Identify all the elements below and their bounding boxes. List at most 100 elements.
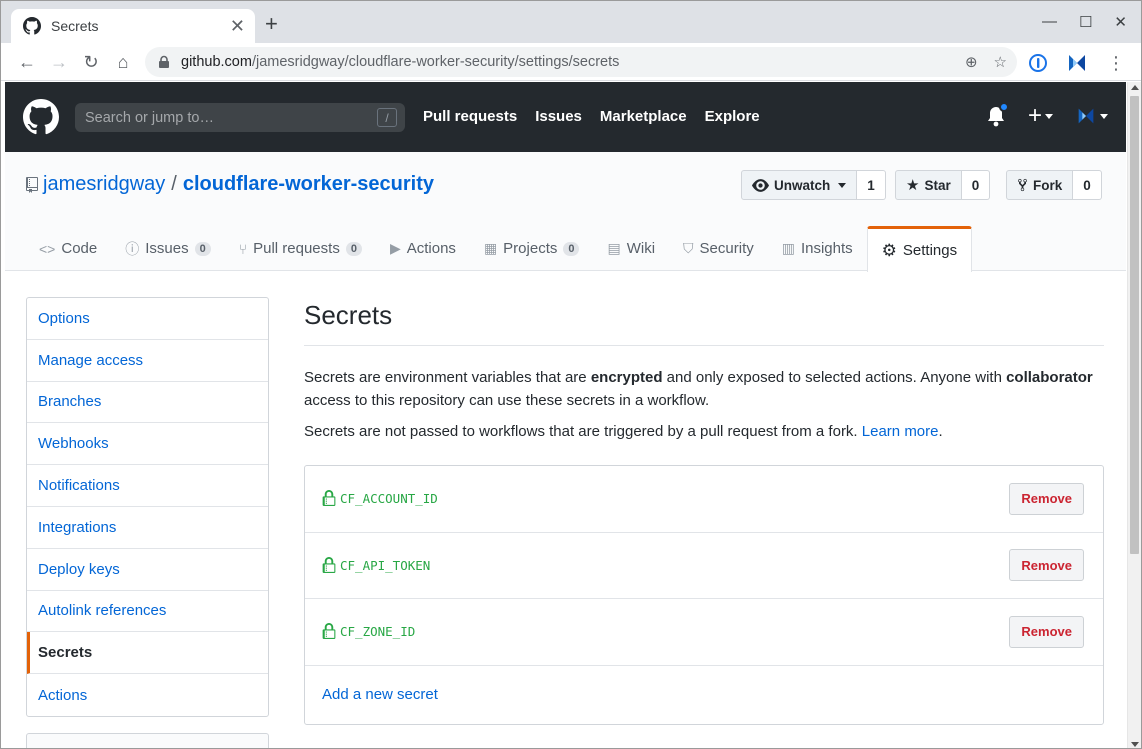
desc-text: access to this repository can use these … <box>304 392 710 409</box>
tab-settings[interactable]: ⚙ Settings <box>866 226 973 272</box>
tab-insights[interactable]: ▥ Insights <box>768 226 867 271</box>
secret-row: CF_API_TOKEN Remove <box>305 533 1103 599</box>
close-window-icon[interactable]: ✕ <box>1114 13 1127 31</box>
remove-secret-button[interactable]: Remove <box>1009 482 1084 515</box>
pull-requests-count-badge: 0 <box>345 241 362 256</box>
tab-issues[interactable]: ⓘ Issues 0 <box>111 226 224 271</box>
tab-pull-requests[interactable]: ⑂ Pull requests 0 <box>225 226 376 271</box>
desc-text: and only exposed to selected actions. An… <box>662 369 1007 386</box>
lock-icon <box>322 556 336 573</box>
secret-name: CF_API_TOKEN <box>322 556 430 574</box>
project-icon: ▦ <box>483 240 498 256</box>
github-main-nav: Pull requests Issues Marketplace Explore <box>423 108 760 125</box>
unwatch-button[interactable]: Unwatch <box>741 170 858 200</box>
settings-sidebar: Options Manage access Branches Webhooks … <box>26 297 269 717</box>
github-page: / Pull requests Issues Marketplace Explo… <box>5 82 1126 748</box>
user-avatar-menu[interactable] <box>1075 105 1108 127</box>
issue-icon: ⓘ <box>125 240 140 257</box>
tab-close-icon[interactable]: ✕ <box>230 17 245 35</box>
add-new-secret-link[interactable]: Add a new secret <box>322 686 438 703</box>
scroll-thumb[interactable] <box>1130 96 1139 554</box>
back-icon[interactable]: ← <box>15 50 39 74</box>
notifications-bell-icon[interactable] <box>986 102 1009 127</box>
gear-icon: ⚙ <box>881 240 897 260</box>
create-new-menu[interactable]: + <box>1028 104 1053 128</box>
forward-icon[interactable]: → <box>47 50 71 74</box>
forks-count[interactable]: 0 <box>1073 170 1102 200</box>
secret-name: CF_ZONE_ID <box>322 623 415 640</box>
github-favicon-icon <box>23 17 41 35</box>
learn-more-link[interactable]: Learn more <box>862 423 939 440</box>
browser-tab[interactable]: Secrets ✕ <box>11 9 255 43</box>
sidebar-item-integrations[interactable]: Integrations <box>27 507 268 549</box>
page-scrollbar[interactable] <box>1127 82 1141 748</box>
search-input[interactable] <box>85 109 375 126</box>
remove-secret-button[interactable]: Remove <box>1009 549 1084 582</box>
secrets-main: Secrets Secrets are environment variable… <box>304 297 1104 725</box>
secondary-sidebar-box <box>26 733 269 748</box>
star-icon: ★ <box>906 177 920 194</box>
reload-icon[interactable]: ↻ <box>79 50 103 74</box>
profile-avatar-icon[interactable] <box>1065 51 1089 75</box>
desc-bold-encrypted: encrypted <box>590 369 663 386</box>
sidebar-item-secrets[interactable]: Secrets <box>27 632 268 675</box>
tab-label: Wiki <box>626 240 656 257</box>
nav-explore[interactable]: Explore <box>705 108 760 125</box>
sidebar-item-deploy-keys[interactable]: Deploy keys <box>27 549 268 591</box>
minimize-icon[interactable]: — <box>1042 13 1057 31</box>
github-header: / Pull requests Issues Marketplace Explo… <box>5 82 1126 152</box>
sidebar-item-options[interactable]: Options <box>27 298 268 340</box>
home-icon[interactable]: ⌂ <box>111 50 135 74</box>
secret-name: CF_ACCOUNT_ID <box>322 490 438 507</box>
tab-security[interactable]: ⛉ Security <box>669 226 768 271</box>
graph-icon: ▥ <box>781 240 795 256</box>
new-tab-icon[interactable]: + <box>265 13 278 35</box>
maximize-icon[interactable]: ☐ <box>1079 13 1092 31</box>
plus-icon: + <box>1027 102 1042 129</box>
tab-label: Insights <box>800 240 853 257</box>
sidebar-item-actions[interactable]: Actions <box>27 674 268 716</box>
repo-owner-link[interactable]: jamesridgway <box>43 173 165 196</box>
watchers-count[interactable]: 1 <box>857 170 886 200</box>
nav-issues[interactable]: Issues <box>535 108 582 125</box>
lock-icon <box>322 490 336 507</box>
play-icon: ▶ <box>389 240 401 256</box>
sidebar-item-branches[interactable]: Branches <box>27 382 268 424</box>
unwatch-label: Unwatch <box>774 177 831 193</box>
nav-marketplace[interactable]: Marketplace <box>600 108 687 125</box>
scroll-up-arrow-icon[interactable] <box>1131 85 1139 90</box>
sidebar-item-manage-access[interactable]: Manage access <box>27 340 268 382</box>
fork-label: Fork <box>1033 177 1063 193</box>
url-host: github.com <box>181 54 252 70</box>
secret-row: CF_ZONE_ID Remove <box>305 599 1103 666</box>
repo-name-link[interactable]: cloudflare-worker-security <box>183 173 434 196</box>
extension-icons: ⋮ <box>1029 51 1125 75</box>
notice-text: Secrets are not passed to workflows that… <box>304 423 862 440</box>
chrome-menu-icon[interactable]: ⋮ <box>1107 53 1125 74</box>
secret-name-text: CF_ACCOUNT_ID <box>340 491 438 507</box>
scroll-down-arrow-icon[interactable] <box>1131 742 1139 747</box>
bookmark-star-icon[interactable]: ☆ <box>994 53 1007 71</box>
secrets-description: Secrets are environment variables that a… <box>304 366 1104 412</box>
sidebar-item-autolink-references[interactable]: Autolink references <box>27 591 268 633</box>
sidebar-item-notifications[interactable]: Notifications <box>27 465 268 507</box>
header-actions: + <box>986 102 1108 128</box>
tab-wiki[interactable]: ▤ Wiki <box>593 226 669 271</box>
tab-projects[interactable]: ▦ Projects 0 <box>470 226 594 271</box>
address-bar[interactable]: github.com/jamesridgway/cloudflare-worke… <box>145 47 1017 77</box>
nav-pull-requests[interactable]: Pull requests <box>423 108 517 125</box>
pull-request-icon: ⑂ <box>238 240 248 257</box>
github-logo-icon[interactable] <box>23 99 59 135</box>
tab-actions[interactable]: ▶ Actions <box>376 226 470 271</box>
secrets-list: CF_ACCOUNT_ID Remove CF_API_TOKEN Remove… <box>304 465 1104 725</box>
window-controls: — ☐ ✕ <box>1042 13 1127 31</box>
tab-code[interactable]: <> Code <box>25 226 111 271</box>
password-manager-icon[interactable] <box>1029 54 1047 72</box>
sidebar-item-webhooks[interactable]: Webhooks <box>27 423 268 466</box>
zoom-icon[interactable]: ⊕ <box>965 53 978 71</box>
star-button[interactable]: ★ Star <box>895 170 962 200</box>
stars-count[interactable]: 0 <box>961 170 991 200</box>
remove-secret-button[interactable]: Remove <box>1009 615 1084 648</box>
fork-button[interactable]: Fork <box>1006 170 1074 200</box>
desc-text: Secrets are environment variables that a… <box>304 369 591 386</box>
